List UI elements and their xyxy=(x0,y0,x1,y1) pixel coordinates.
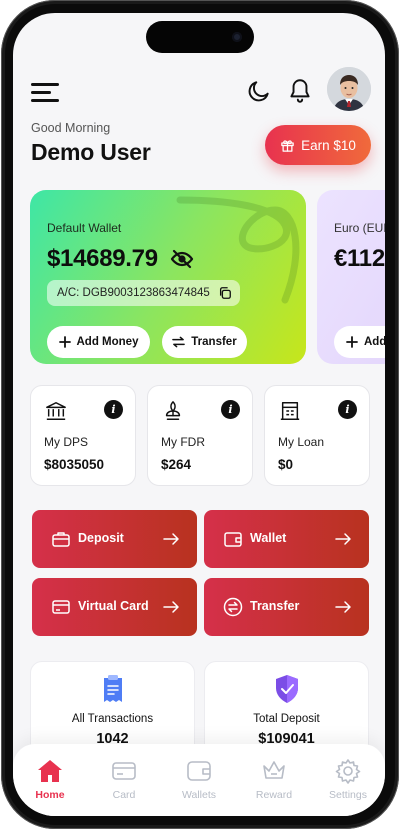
action-label: Virtual Card xyxy=(78,599,149,613)
summary-label: All Transactions xyxy=(71,713,154,725)
summary-label: Total Deposit xyxy=(253,713,320,725)
wallet-label: Euro (EUR xyxy=(334,221,385,235)
shield-check-icon xyxy=(276,675,298,703)
arrow-right-icon xyxy=(335,601,351,613)
document-icon xyxy=(104,675,122,702)
stat-value: $264 xyxy=(161,457,192,472)
plus-icon xyxy=(58,336,71,348)
action-label: Transfer xyxy=(250,599,300,613)
transfer-button[interactable]: Transfer xyxy=(162,326,247,358)
info-icon[interactable]: i xyxy=(221,400,240,419)
arrow-right-icon xyxy=(163,533,179,545)
bank-icon xyxy=(46,402,66,420)
gift-icon xyxy=(281,139,294,152)
tab-card[interactable]: Card xyxy=(87,758,161,808)
tab-settings[interactable]: Settings xyxy=(311,758,385,808)
gear-icon xyxy=(335,759,361,784)
bottom-tab-bar: Home Card Wallets Reward Settings xyxy=(13,744,385,816)
tab-label: Settings xyxy=(329,789,367,801)
stat-label: My Loan xyxy=(278,435,325,449)
tab-label: Reward xyxy=(255,789,293,801)
transfer-label: Transfer xyxy=(191,336,237,348)
tab-wallets[interactable]: Wallets xyxy=(162,758,236,808)
app-screen: Good Morning Demo User Earn $10 Default … xyxy=(13,13,385,816)
account-number: A/C: DGB9003123863474845 xyxy=(47,280,240,306)
menu-icon[interactable] xyxy=(31,83,61,103)
avatar-image xyxy=(327,67,371,111)
moon-icon[interactable] xyxy=(246,78,272,104)
info-icon[interactable]: i xyxy=(338,400,357,419)
my-loan-card[interactable]: i My Loan $0 xyxy=(264,385,370,486)
transfer-action-button[interactable]: Transfer xyxy=(204,578,369,636)
wallet-icon xyxy=(187,761,211,781)
add-money-button[interactable]: Add xyxy=(334,326,385,358)
add-money-button[interactable]: Add Money xyxy=(47,326,150,358)
stat-label: My DPS xyxy=(44,435,89,449)
avatar[interactable] xyxy=(327,67,371,111)
bell-icon[interactable] xyxy=(287,77,313,105)
virtual-card-button[interactable]: Virtual Card xyxy=(32,578,197,636)
plus-icon xyxy=(346,336,358,348)
wallet-balance: $14689.79 xyxy=(47,245,158,272)
my-fdr-card[interactable]: i My FDR $264 xyxy=(147,385,253,486)
action-label: Wallet xyxy=(250,531,287,545)
stat-value: $8035050 xyxy=(44,457,105,472)
tab-home[interactable]: Home xyxy=(13,758,87,808)
arrow-right-icon xyxy=(335,533,351,545)
default-wallet-card[interactable]: Default Wallet $14689.79 A/C: DGB9003123… xyxy=(30,190,306,364)
home-icon xyxy=(38,760,62,782)
earn-button[interactable]: Earn $10 xyxy=(265,125,371,165)
euro-wallet-card[interactable]: Euro (EUR €112 Add xyxy=(317,190,385,364)
card-icon xyxy=(112,762,136,780)
earn-button-label: Earn $10 xyxy=(301,137,356,153)
tab-label: Wallets xyxy=(181,789,217,801)
action-label: Deposit xyxy=(78,531,124,545)
wallet-balance: €112 xyxy=(334,245,385,272)
building-icon xyxy=(280,402,300,420)
exchange-icon xyxy=(223,597,243,617)
tab-label: Card xyxy=(112,789,136,801)
crown-icon xyxy=(263,761,285,779)
account-number-text: A/C: DGB9003123863474845 xyxy=(57,287,210,299)
card-icon xyxy=(52,600,70,614)
stat-label: My FDR xyxy=(161,435,205,449)
top-bar xyxy=(13,63,385,123)
my-dps-card[interactable]: i My DPS $8035050 xyxy=(30,385,136,486)
add-money-label: Add Money xyxy=(76,336,139,348)
all-transactions-card[interactable]: All Transactions 1042 xyxy=(30,661,195,757)
greeting-text: Good Morning xyxy=(31,121,111,135)
copy-icon[interactable] xyxy=(218,286,232,300)
wallet-label: Default Wallet xyxy=(47,221,122,235)
camera-icon xyxy=(232,32,242,42)
total-deposit-card[interactable]: Total Deposit $109041 xyxy=(204,661,369,757)
eye-off-icon[interactable] xyxy=(170,249,194,269)
dynamic-island xyxy=(146,21,254,53)
tab-label: Home xyxy=(35,789,65,801)
stat-value: $0 xyxy=(278,457,294,472)
arrow-right-icon xyxy=(163,601,179,613)
transfer-arrows-icon xyxy=(172,336,186,348)
plant-icon xyxy=(165,401,181,420)
wallet-icon xyxy=(224,532,242,547)
user-name: Demo User xyxy=(31,139,151,165)
deposit-button[interactable]: Deposit xyxy=(32,510,197,568)
wallet-button[interactable]: Wallet xyxy=(204,510,369,568)
info-icon[interactable]: i xyxy=(104,400,123,419)
briefcase-icon xyxy=(52,532,70,547)
add-money-label: Add xyxy=(364,336,385,348)
tab-reward[interactable]: Reward xyxy=(237,758,311,808)
